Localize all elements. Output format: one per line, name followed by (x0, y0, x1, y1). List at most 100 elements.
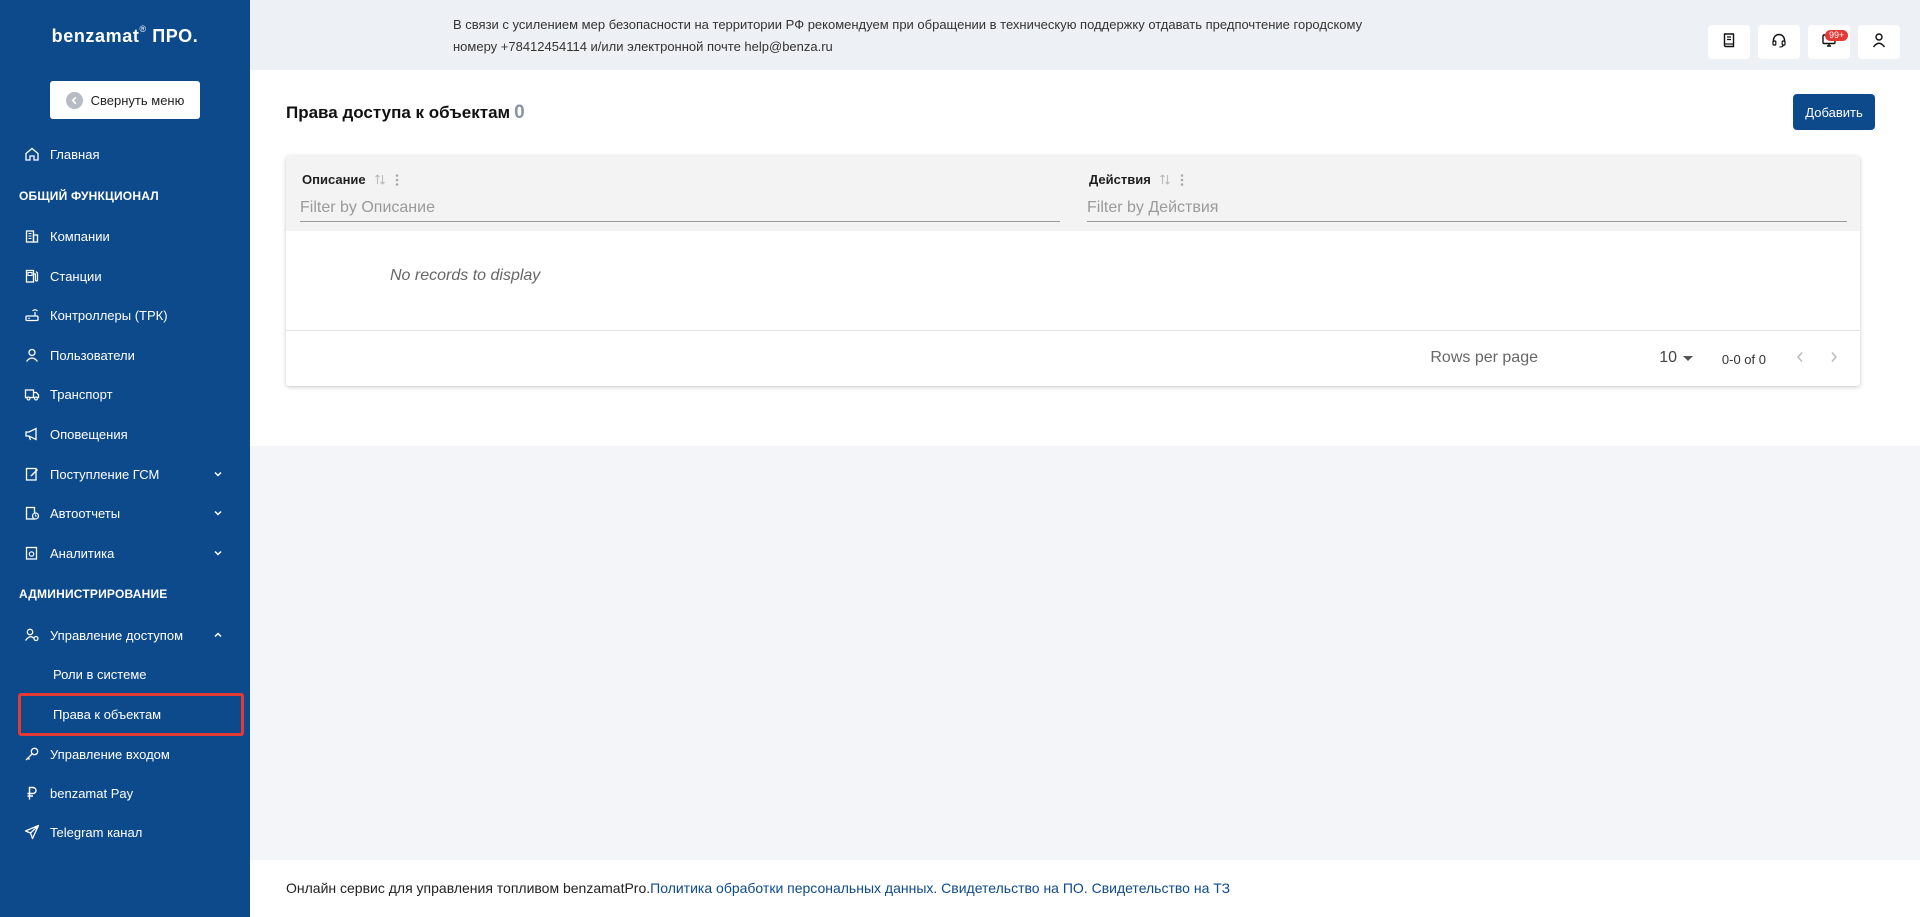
sidebar-item-label: Пользователи (50, 347, 135, 363)
top-icons: 99+ (1708, 25, 1900, 59)
user-settings-icon (23, 626, 41, 644)
sort-icon[interactable] (374, 173, 386, 186)
sidebar-item-label: Telegram канал (50, 824, 143, 840)
sidebar-item-label: Права к объектам (53, 706, 162, 722)
topbar: В связи с усилением мер безопасности на … (250, 0, 1920, 70)
logo-brand: benzamat (51, 26, 140, 46)
sidebar-item-home[interactable]: Главная (0, 138, 250, 170)
sidebar-item-fuel-receipt[interactable]: Поступление ГСМ (0, 458, 250, 490)
chevron-down-icon (212, 507, 224, 519)
chevron-up-icon (212, 629, 224, 641)
sidebar-item-companies[interactable]: Компании (0, 220, 250, 252)
collapse-menu-button[interactable]: Свернуть меню (50, 81, 200, 119)
next-page-button[interactable] (1824, 349, 1844, 369)
empty-table-message: No records to display (390, 267, 541, 284)
ruble-icon (23, 784, 41, 802)
page-title-text: Права доступа к объектам (286, 103, 511, 122)
megaphone-icon (23, 425, 41, 443)
column-label[interactable]: Действия (1089, 172, 1151, 187)
notifications-button[interactable]: 99+ (1808, 25, 1850, 59)
prev-page-button[interactable] (1790, 349, 1810, 369)
notice-line-2: номеру +78412454114 и/или электронной по… (453, 39, 833, 54)
truck-icon (23, 385, 41, 403)
user-icon (23, 346, 41, 364)
filter-actions-input[interactable] (1087, 196, 1847, 222)
sidebar-item-analytics[interactable]: Аналитика (0, 537, 250, 569)
sort-icon[interactable] (1159, 173, 1171, 186)
rows-per-page-value: 10 (1659, 349, 1677, 366)
column-menu-icon[interactable] (1179, 173, 1185, 187)
sidebar-subitem-object-rights[interactable]: Права к объектам (0, 698, 250, 730)
edit-document-icon (23, 465, 41, 483)
sidebar-item-label: Транспорт (50, 386, 113, 402)
sidebar-item-label: Управление доступом (50, 627, 184, 643)
sidebar-item-login-management[interactable]: Управление входом (0, 738, 250, 770)
sidebar-item-stations[interactable]: Станции (0, 260, 250, 292)
sidebar-item-label: Роли в системе (53, 666, 147, 682)
column-header-description: Описание (302, 172, 400, 187)
chevron-down-icon (212, 468, 224, 480)
section-admin-heading: АДМИНИСТРИРОВАНИЕ (19, 587, 168, 601)
column-menu-icon[interactable] (394, 173, 400, 187)
sidebar-item-label: Оповещения (50, 426, 128, 442)
fuel-station-icon (23, 267, 41, 285)
column-description: Описание (286, 156, 1073, 231)
sidebar-item-label: Автоотчеты (50, 505, 121, 521)
report-clock-icon (23, 504, 41, 522)
sidebar-item-label: Компании (50, 228, 110, 244)
sidebar-item-label: Управление входом (50, 746, 170, 762)
data-table: Описание Действия (286, 156, 1860, 386)
logo[interactable]: benzamat® ПРО. (0, 24, 250, 47)
sidebar: benzamat® ПРО. Свернуть меню Главная ОБЩ… (0, 0, 250, 917)
sidebar-item-users[interactable]: Пользователи (0, 339, 250, 371)
software-certificate-link[interactable]: Свидетельство на ПО. (941, 880, 1088, 896)
profile-button[interactable] (1858, 25, 1900, 59)
user-icon (1871, 32, 1887, 53)
building-icon (23, 227, 41, 245)
caret-down-icon (1683, 349, 1693, 367)
sidebar-subitem-roles[interactable]: Роли в системе (0, 658, 250, 690)
trademark-certificate-link[interactable]: Свидетельство на ТЗ (1092, 880, 1231, 896)
rows-per-page-label: Rows per page (1430, 349, 1538, 366)
sidebar-item-label: benzamat Pay (50, 785, 134, 801)
main-content: Права доступа к объектам 0 Добавить Описа… (250, 70, 1920, 446)
chevron-down-icon (212, 547, 224, 559)
column-header-actions: Действия (1089, 172, 1185, 187)
book-icon (1721, 32, 1737, 53)
sidebar-item-pay[interactable]: benzamat Pay (0, 777, 250, 809)
filter-description-input[interactable] (300, 196, 1060, 222)
sidebar-item-label: Контроллеры (ТРК) (50, 307, 168, 323)
guide-button[interactable] (1708, 25, 1750, 59)
sidebar-item-label: Аналитика (50, 545, 115, 561)
security-notice: В связи с усилением мер безопасности на … (453, 14, 1523, 58)
sidebar-item-notifications[interactable]: Оповещения (0, 418, 250, 450)
chevron-right-icon (1829, 350, 1839, 368)
headset-icon (1771, 32, 1787, 53)
table-header: Описание Действия (286, 156, 1860, 231)
sidebar-item-label: Станции (50, 268, 102, 284)
key-icon (23, 745, 41, 763)
arrow-left-icon (65, 91, 83, 109)
sidebar-item-controllers[interactable]: Контроллеры (ТРК) (0, 299, 250, 331)
sidebar-item-transport[interactable]: Транспорт (0, 378, 250, 410)
table-pagination: Rows per page 10 0-0 of 0 (286, 330, 1860, 386)
home-icon (23, 145, 41, 163)
sidebar-item-autoreports[interactable]: Автоотчеты (0, 497, 250, 529)
support-button[interactable] (1758, 25, 1800, 59)
records-count: 0 (514, 102, 525, 123)
sidebar-item-label: Поступление ГСМ (50, 466, 160, 482)
analytics-icon (23, 544, 41, 562)
router-icon (23, 306, 41, 324)
add-button[interactable]: Добавить (1793, 94, 1875, 130)
footer-text: Онлайн сервис для управления топливом be… (286, 880, 1230, 896)
column-actions: Действия (1073, 156, 1860, 231)
pagination-range: 0-0 of 0 (1721, 352, 1766, 367)
footer: Онлайн сервис для управления топливом be… (250, 860, 1920, 917)
section-general-heading: ОБЩИЙ ФУНКЦИОНАЛ (19, 189, 159, 203)
page-title: Права доступа к объектам 0 (286, 102, 525, 124)
column-label[interactable]: Описание (302, 172, 366, 187)
rows-per-page-select[interactable]: 10 (1659, 349, 1693, 367)
sidebar-item-access-management[interactable]: Управление доступом (0, 619, 250, 651)
privacy-policy-link[interactable]: Политика обработки персональных данных. (650, 880, 937, 896)
sidebar-item-telegram[interactable]: Telegram канал (0, 816, 250, 848)
